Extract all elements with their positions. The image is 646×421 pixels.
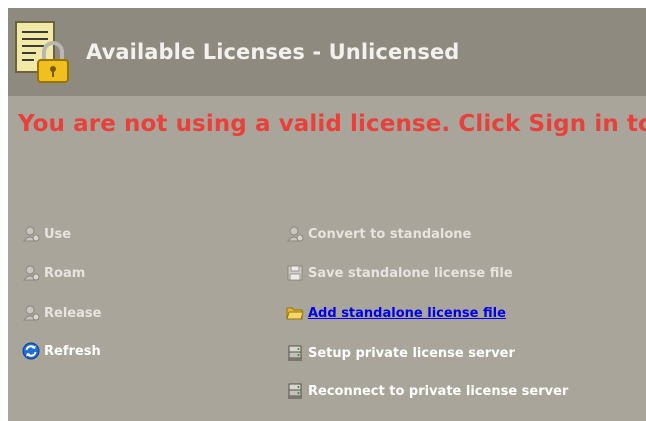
server-icon [288,345,302,361]
save-standalone-license-file-action: Save standalone license file [286,263,513,283]
refresh-label: Refresh [44,343,101,359]
license-document-lock-icon [15,21,69,83]
refresh-button[interactable]: Refresh [22,341,101,361]
release-label: Release [44,305,102,321]
reconnect-private-license-server-label: Reconnect to private license server [308,383,569,399]
folder-open-icon [286,307,304,320]
license-panel: Available Licenses - Unlicensed You are … [8,8,646,421]
user-license-icon [286,226,304,242]
add-standalone-license-file-label: Add standalone license file [308,305,506,321]
use-action: Use [22,224,71,244]
page-title: Available Licenses - Unlicensed [86,40,460,64]
use-label: Use [44,226,72,242]
setup-private-license-server-button[interactable]: Setup private license server [286,343,515,363]
setup-private-license-server-label: Setup private license server [308,345,515,361]
roam-action: Roam [22,263,85,283]
user-license-icon [22,265,40,281]
license-warning-message: You are not using a valid license. Click… [18,111,646,137]
convert-to-standalone-action: Convert to standalone [286,224,471,244]
header-bar: Available Licenses - Unlicensed [8,8,646,96]
save-standalone-license-file-label: Save standalone license file [308,265,513,281]
add-standalone-license-file-link[interactable]: Add standalone license file [286,303,506,323]
convert-to-standalone-label: Convert to standalone [308,226,472,242]
floppy-disk-icon [287,265,303,281]
release-action: Release [22,303,101,323]
refresh-icon [22,342,40,360]
roam-label: Roam [44,265,86,281]
user-license-icon [22,226,40,242]
user-license-icon [22,305,40,321]
server-icon [288,383,302,399]
reconnect-private-license-server-button[interactable]: Reconnect to private license server [286,381,568,401]
